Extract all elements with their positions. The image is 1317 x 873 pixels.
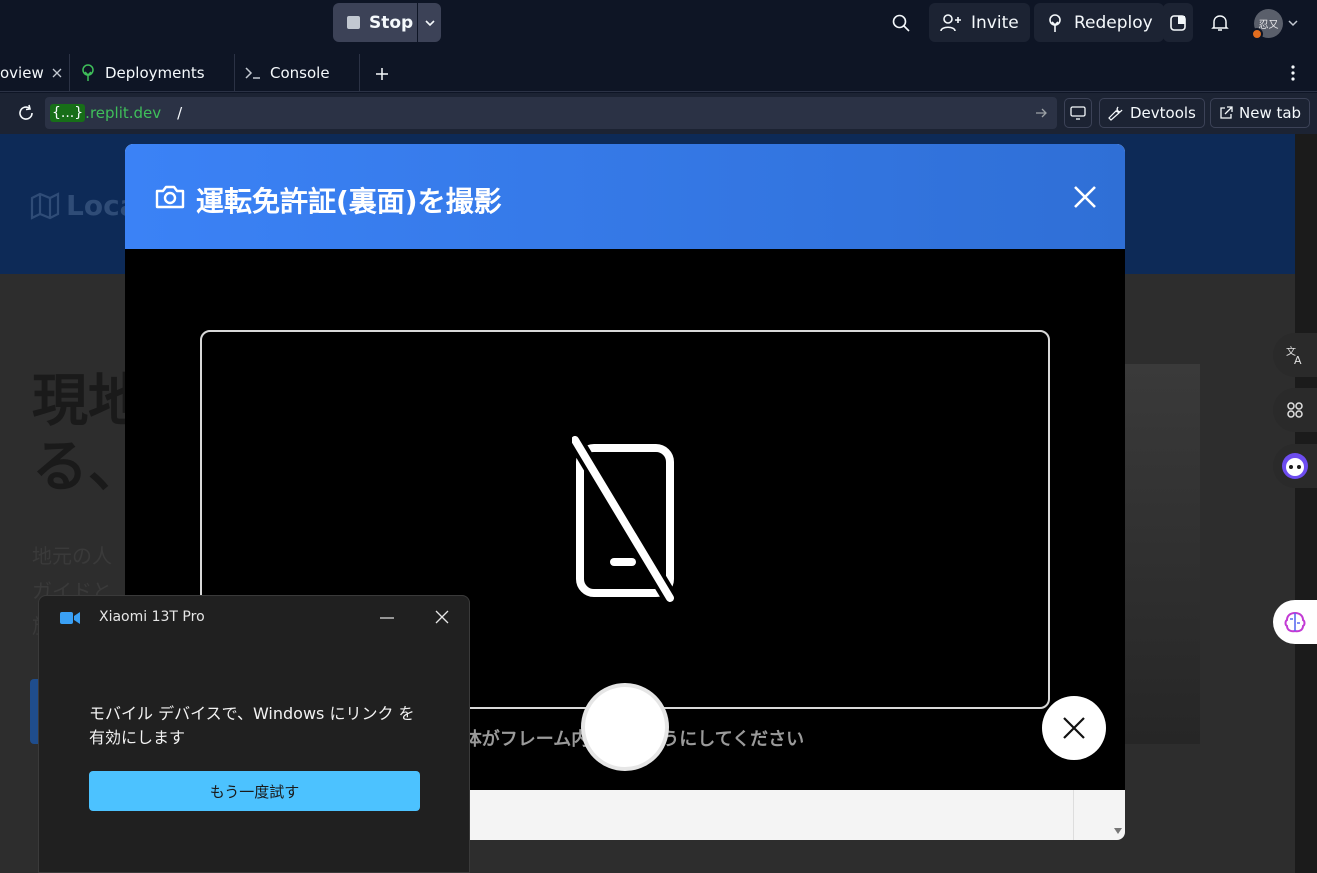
search-button[interactable] — [888, 10, 914, 36]
retry-button[interactable]: もう一度試す — [89, 771, 420, 811]
url-path: / — [177, 104, 183, 122]
deploy-icon — [1049, 13, 1061, 32]
close-icon[interactable] — [1072, 184, 1098, 210]
translate-button[interactable]: 文A — [1273, 333, 1317, 377]
new-tab-button[interactable] — [374, 66, 390, 82]
ai-brain-button[interactable] — [1273, 600, 1317, 644]
redeploy-button[interactable]: Redeploy — [1034, 3, 1164, 42]
account-menu-chevron[interactable] — [1286, 16, 1300, 30]
devtools-label: Devtools — [1130, 104, 1196, 122]
shutter-button[interactable] — [581, 683, 669, 771]
tab-label: Console — [270, 64, 330, 82]
terminal-icon — [245, 67, 260, 79]
search-icon — [892, 14, 910, 32]
video-camera-icon — [60, 612, 80, 624]
wrench-icon — [1108, 106, 1123, 121]
close-icon — [1063, 717, 1085, 739]
stop-label: Stop — [369, 12, 414, 33]
phone-off-icon — [572, 436, 677, 603]
tab-preview[interactable]: oview — [0, 54, 70, 92]
window-message: モバイル デバイスで、Windows にリンク を有効にします — [89, 704, 415, 747]
panel-icon — [1170, 14, 1186, 31]
arrow-right-icon[interactable] — [1035, 107, 1047, 119]
tab-deployments[interactable]: Deployments — [70, 54, 235, 92]
tab-bar: oview Deployments Console — [0, 54, 1317, 92]
chevron-down-icon — [424, 19, 435, 26]
scroll-down-icon — [1114, 828, 1122, 834]
add-user-icon — [940, 13, 961, 31]
stop-button[interactable]: Stop — [333, 3, 417, 42]
monitor-icon — [1070, 106, 1086, 120]
svg-text:A: A — [1294, 354, 1302, 366]
url-domain: .replit.dev — [85, 104, 162, 122]
tab-options-button[interactable] — [1285, 64, 1301, 82]
newtab-label: New tab — [1239, 104, 1302, 122]
tab-label: Deployments — [105, 64, 205, 82]
invite-label: Invite — [971, 12, 1019, 33]
more-vertical-icon — [1291, 65, 1295, 81]
run-options-chevron-button[interactable] — [418, 3, 441, 42]
hero-image — [1120, 364, 1200, 744]
deploy-icon — [82, 64, 94, 81]
layout-toggle-button[interactable] — [1163, 3, 1193, 42]
url-bar: {...} .replit.dev / Devtools New tab — [0, 93, 1317, 134]
devtools-button[interactable]: Devtools — [1099, 98, 1205, 128]
notifications-button[interactable] — [1207, 10, 1233, 36]
minimize-icon[interactable] — [380, 617, 394, 619]
modal-header: 運転免許証(裏面)を撮影 — [125, 144, 1125, 249]
external-link-icon — [1220, 106, 1233, 119]
window-title: Xiaomi 13T Pro — [99, 609, 205, 625]
tab-console[interactable]: Console — [235, 54, 360, 92]
site-logo[interactable]: Loca — [30, 189, 139, 222]
close-camera-button[interactable] — [1042, 696, 1106, 760]
top-bar: Stop Invite Redeploy 忍又 — [0, 0, 1317, 46]
avatar-text: 忍又 — [1258, 20, 1279, 31]
map-icon — [30, 191, 60, 220]
close-icon[interactable] — [52, 68, 62, 78]
close-icon[interactable] — [435, 610, 449, 624]
device-preview-button[interactable] — [1064, 98, 1092, 128]
reload-button[interactable] — [16, 103, 36, 123]
redeploy-label: Redeploy — [1074, 12, 1153, 33]
brain-icon — [1284, 611, 1306, 633]
command-icon — [1287, 402, 1303, 418]
chevron-down-icon — [1288, 20, 1298, 27]
open-new-tab-button[interactable]: New tab — [1210, 98, 1311, 128]
assistant-button[interactable] — [1273, 444, 1317, 488]
avatar-badge — [1251, 28, 1263, 40]
url-host-token: {...} — [50, 104, 86, 122]
phone-link-window: Xiaomi 13T Pro モバイル デバイスで、Windows にリンク を… — [38, 595, 470, 873]
url-input[interactable]: {...} .replit.dev / — [45, 97, 1057, 129]
tab-label: oview — [0, 64, 44, 82]
bot-face-icon — [1282, 453, 1308, 479]
stop-icon — [347, 16, 360, 29]
modal-scrollbar[interactable] — [1073, 790, 1125, 840]
plus-icon — [376, 68, 388, 80]
refresh-icon — [19, 104, 33, 120]
modal-title: 運転免許証(裏面)を撮影 — [196, 185, 502, 218]
bell-icon — [1211, 15, 1229, 31]
camera-icon — [155, 185, 185, 209]
apps-button[interactable] — [1273, 388, 1317, 432]
invite-button[interactable]: Invite — [929, 3, 1030, 42]
preview-scrollbar[interactable] — [1295, 134, 1317, 873]
translate-icon: 文A — [1286, 345, 1302, 366]
hero-subline: 地元の人 — [32, 544, 112, 568]
